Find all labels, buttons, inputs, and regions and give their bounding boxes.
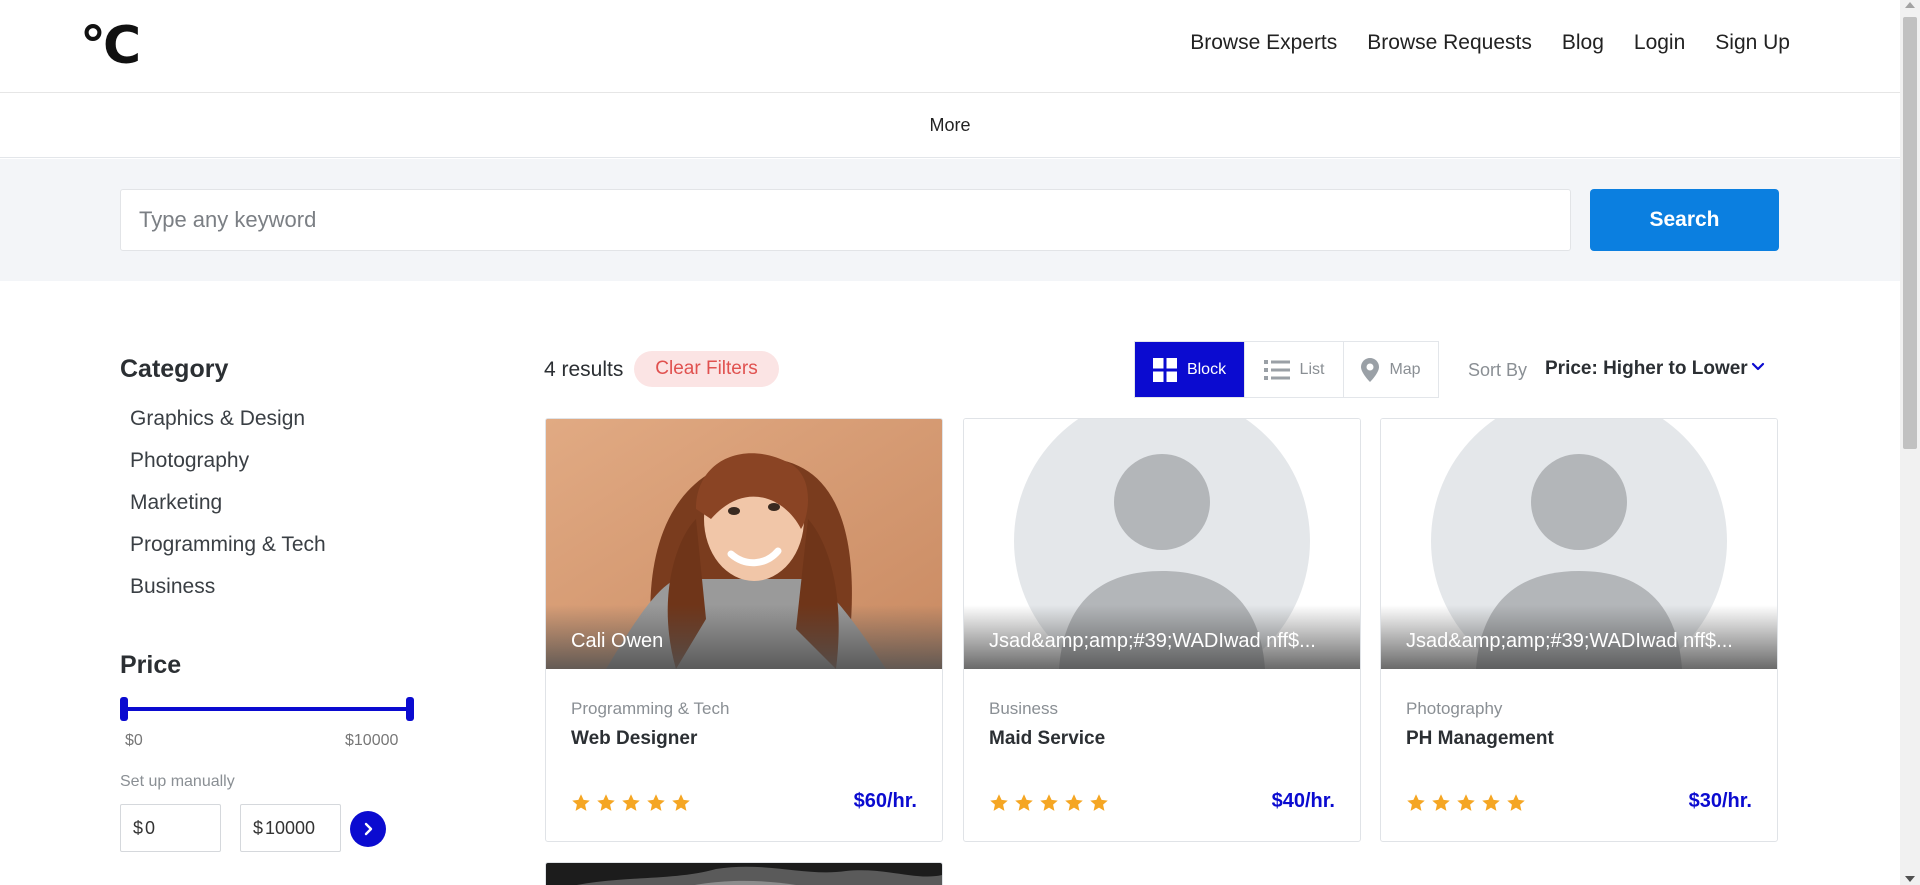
view-map-label: Map (1389, 360, 1421, 378)
expert-card[interactable]: Jsad&amp;amp;#39;WADIwad nff$... Photogr… (1380, 418, 1778, 842)
expert-photo[interactable]: Jsad&amp;amp;#39;WADIwad nff$... (964, 419, 1360, 669)
page-scrollbar[interactable] (1900, 0, 1920, 885)
slider-min-label: $0 (125, 732, 143, 749)
expert-name[interactable]: Cali Owen (571, 630, 921, 653)
chevron-down-icon[interactable] (1751, 362, 1765, 372)
currency-symbol: $ (133, 817, 144, 838)
site-header: °C Browse Experts Browse Requests Blog L… (0, 0, 1900, 93)
main-nav: Browse Experts Browse Requests Blog Logi… (1190, 31, 1790, 55)
expert-card[interactable] (545, 862, 943, 885)
view-block-button[interactable]: Block (1135, 342, 1244, 397)
manual-price-label: Set up manually (120, 773, 235, 790)
map-pin-icon (1361, 357, 1380, 382)
nav-browse-requests[interactable]: Browse Requests (1367, 31, 1532, 55)
view-map-button[interactable]: Map (1343, 342, 1438, 397)
star-icon (1457, 794, 1475, 811)
star-icon (1407, 794, 1425, 811)
expert-price: $60/hr. (853, 790, 917, 812)
max-price-input[interactable]: $ 10000 (240, 804, 341, 852)
price-slider-max-handle[interactable] (406, 697, 414, 721)
expert-card[interactable]: Jsad&amp;amp;#39;WADIwad nff$... Busines… (963, 418, 1361, 842)
expert-category: Business (989, 699, 1058, 718)
rating-stars (989, 793, 1109, 813)
rating-stars (571, 793, 691, 813)
chevron-right-icon (364, 822, 373, 836)
expert-name[interactable]: Jsad&amp;amp;#39;WADIwad nff$... (1406, 630, 1756, 653)
star-icon (572, 794, 590, 811)
rating-stars (1406, 793, 1526, 813)
expert-name[interactable]: Jsad&amp;amp;#39;WADIwad nff$... (989, 630, 1339, 653)
search-button[interactable]: Search (1590, 189, 1779, 251)
star-icon (1482, 794, 1500, 811)
star-icon (1040, 794, 1058, 811)
star-icon (597, 794, 615, 811)
max-price-value[interactable]: 10000 (265, 818, 315, 839)
category-item[interactable]: Business (120, 566, 420, 608)
sort-by-select[interactable]: Price: Higher to Lower (1545, 358, 1748, 380)
list-icon (1263, 359, 1290, 380)
expert-price: $30/hr. (1688, 790, 1752, 812)
apply-price-button[interactable] (350, 811, 386, 847)
search-band: Search (0, 159, 1900, 281)
page: °C Browse Experts Browse Requests Blog L… (0, 0, 1900, 885)
sort-by-label: Sort By (1468, 360, 1528, 380)
expert-card[interactable]: Cali Owen Programming & Tech Web Designe… (545, 418, 943, 842)
nav-login[interactable]: Login (1634, 31, 1685, 55)
category-list: Graphics & Design Photography Marketing … (120, 398, 420, 608)
scroll-down-arrow-icon[interactable] (1905, 876, 1915, 882)
nav-sign-up[interactable]: Sign Up (1715, 31, 1790, 55)
star-icon (1015, 794, 1033, 811)
nav-blog[interactable]: Blog (1562, 31, 1604, 55)
star-icon (672, 794, 690, 811)
star-icon (1090, 794, 1108, 811)
category-item[interactable]: Programming & Tech (120, 524, 420, 566)
view-block-label: Block (1186, 360, 1227, 378)
price-slider[interactable] (120, 697, 414, 721)
expert-title[interactable]: Maid Service (989, 728, 1105, 750)
star-icon (990, 794, 1008, 811)
min-price-input[interactable]: $ 0 (120, 804, 221, 852)
view-list-button[interactable]: List (1244, 342, 1343, 397)
expert-price: $40/hr. (1271, 790, 1335, 812)
expert-photo[interactable] (546, 863, 942, 885)
slider-max-label: $10000 (345, 732, 399, 749)
more-menu[interactable]: More (929, 115, 970, 136)
min-price-value[interactable]: 0 (145, 818, 155, 839)
sub-nav: More (0, 94, 1900, 158)
view-list-label: List (1299, 360, 1325, 378)
category-item[interactable]: Graphics & Design (120, 398, 420, 440)
star-icon (1432, 794, 1450, 811)
category-item[interactable]: Marketing (120, 482, 420, 524)
site-logo[interactable]: °C (80, 20, 141, 72)
expert-photo[interactable]: Cali Owen (546, 419, 942, 669)
expert-category: Programming & Tech (571, 699, 730, 718)
view-toggle: Block List Map (1134, 341, 1439, 398)
clear-filters-button[interactable]: Clear Filters (634, 351, 779, 387)
expert-photo[interactable]: Jsad&amp;amp;#39;WADIwad nff$... (1381, 419, 1777, 669)
results-count: 4 results (544, 358, 624, 381)
star-icon (622, 794, 640, 811)
currency-symbol: $ (253, 817, 264, 838)
star-icon (647, 794, 665, 811)
expert-category: Photography (1406, 699, 1503, 718)
grid-icon (1152, 357, 1177, 382)
expert-title[interactable]: Web Designer (571, 728, 697, 750)
category-title: Category (120, 355, 229, 383)
scrollbar-thumb[interactable] (1903, 17, 1917, 449)
price-slider-min-handle[interactable] (120, 697, 128, 721)
search-input[interactable] (120, 189, 1571, 251)
scroll-up-arrow-icon[interactable] (1905, 2, 1915, 8)
star-icon (1065, 794, 1083, 811)
category-item[interactable]: Photography (120, 440, 420, 482)
filter-sidebar: Category Graphics & Design Photography M… (120, 355, 420, 852)
price-title: Price (120, 651, 182, 679)
star-icon (1507, 794, 1525, 811)
nav-browse-experts[interactable]: Browse Experts (1190, 31, 1337, 55)
expert-title[interactable]: PH Management (1406, 728, 1554, 750)
